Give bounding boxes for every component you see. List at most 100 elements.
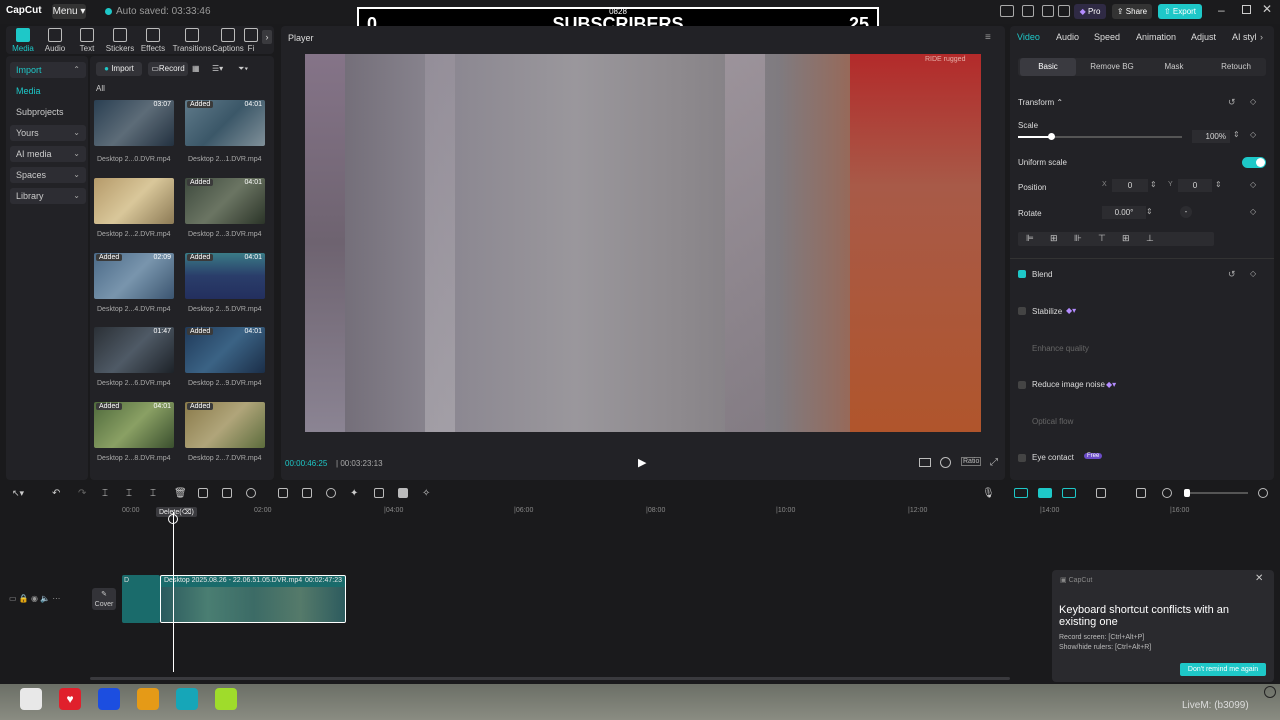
more-icon[interactable]: ⋯	[52, 594, 60, 603]
media-thumbnail[interactable]: Added 04:01	[185, 100, 265, 146]
media-thumbnail[interactable]: Added 04:01	[94, 402, 174, 448]
keyframe-icon[interactable]: ◇	[1250, 180, 1256, 189]
tab-audio[interactable]: Audio	[38, 28, 72, 53]
taskbar-app-icon[interactable]	[20, 688, 42, 710]
volume-icon[interactable]: 🔈	[40, 594, 50, 603]
play-icon[interactable]: ▶	[638, 456, 646, 469]
tab-captions[interactable]: Captions	[210, 28, 246, 53]
heart-icon[interactable]: ♥	[59, 688, 81, 710]
rotate-input[interactable]: 0.00°	[1102, 206, 1146, 219]
preview-axis-icon[interactable]	[1062, 488, 1076, 498]
taskbar-app-icon[interactable]	[176, 688, 198, 710]
dont-remind-button[interactable]: Don't remind me again	[1180, 663, 1266, 676]
select-cursor-icon[interactable]: ↖▾	[12, 488, 24, 498]
tab-ai-style[interactable]: AI styl	[1232, 32, 1258, 42]
keyframe-icon[interactable]: ◇	[1250, 269, 1256, 278]
magnet-icon[interactable]	[1038, 488, 1052, 498]
import-button[interactable]: ● Import	[96, 62, 142, 76]
taskbar-app-icon[interactable]	[137, 688, 159, 710]
sidebar-item-yours[interactable]: Yours ⌄	[10, 125, 86, 141]
caption-track-icon[interactable]	[1136, 488, 1146, 498]
lock-icon[interactable]: 🔒	[19, 594, 29, 603]
sidebar-item-subprojects[interactable]: Subprojects	[10, 104, 86, 120]
tab-stickers[interactable]: Stickers	[103, 28, 137, 53]
timeline-clip-prev[interactable]: D	[122, 575, 160, 623]
grid-view-icon[interactable]: ▦	[192, 64, 200, 73]
chevron-right-icon[interactable]: ›	[1260, 32, 1263, 42]
split-icon[interactable]: ⌶	[102, 488, 112, 499]
trim-right-icon[interactable]: ⌶	[150, 488, 160, 499]
record-button[interactable]: ▭Record	[148, 62, 188, 76]
media-thumbnail[interactable]: Added 02:09	[94, 253, 174, 299]
undo-icon[interactable]: ↶	[52, 488, 62, 499]
timeline-scrollbar[interactable]	[90, 677, 1010, 680]
filter-icon[interactable]: ⏷▾	[238, 64, 248, 74]
rotate-icon[interactable]	[246, 488, 256, 498]
person-icon[interactable]	[326, 488, 336, 498]
media-thumbnail[interactable]: Added 04:01	[185, 178, 265, 224]
align-bottom-icon[interactable]: ⊥	[1146, 233, 1154, 244]
sort-icon[interactable]: ☰▾	[212, 64, 223, 73]
pro-button[interactable]: ◆ Pro	[1074, 4, 1106, 19]
stepper-icon[interactable]: ⇕	[1146, 207, 1153, 216]
video-preview[interactable]: RIDE rugged	[305, 54, 981, 432]
close-icon[interactable]: ✕	[1255, 573, 1263, 584]
split-screen-icon[interactable]	[1096, 488, 1106, 498]
layout-icon[interactable]	[1042, 5, 1054, 17]
position-x-input[interactable]: 0	[1112, 179, 1148, 192]
magic-wand-icon[interactable]: ✦	[350, 488, 360, 499]
tab-filters[interactable]: Fi	[244, 28, 258, 53]
media-thumbnail[interactable]: 03:07	[94, 100, 174, 146]
filter-all[interactable]: All	[96, 84, 105, 93]
uniform-scale-toggle[interactable]	[1242, 157, 1266, 168]
cover-button[interactable]: ✎ Cover	[92, 588, 116, 610]
sidebar-item-import[interactable]: Import ⌃	[10, 62, 86, 78]
sidebar-item-spaces[interactable]: Spaces ⌄	[10, 167, 86, 183]
tab-text[interactable]: Text	[70, 28, 104, 53]
media-thumbnail[interactable]: Added	[185, 402, 265, 448]
close-icon[interactable]: ✕	[1262, 2, 1272, 16]
align-left-icon[interactable]: ⊫	[1026, 233, 1034, 244]
share-button[interactable]: ⇪ Share	[1112, 4, 1152, 19]
playhead[interactable]	[173, 512, 174, 672]
zoom-in-icon[interactable]	[1258, 488, 1268, 498]
eye-icon[interactable]: ◉	[31, 594, 38, 603]
chevron-right-icon[interactable]: ›	[262, 30, 272, 44]
media-thumbnail[interactable]: Added 04:01	[185, 253, 265, 299]
video-icon[interactable]	[398, 488, 408, 498]
layout-icon[interactable]	[1000, 5, 1014, 17]
focus-icon[interactable]	[940, 457, 951, 468]
stepper-icon[interactable]: ⇕	[1150, 180, 1157, 189]
trim-left-icon[interactable]: ⌶	[126, 488, 136, 499]
tab-audio-props[interactable]: Audio	[1056, 32, 1079, 42]
ratio-button[interactable]: Ratio	[961, 457, 982, 466]
zoom-slider[interactable]	[1184, 489, 1248, 497]
tab-transitions[interactable]: Transitions	[172, 28, 212, 53]
subtab-basic[interactable]: Basic	[1020, 58, 1076, 76]
sidebar-item-ai-media[interactable]: AI media ⌄	[10, 146, 86, 162]
stepper-icon[interactable]: ⇕	[1215, 180, 1222, 189]
blend-checkbox[interactable]	[1018, 270, 1026, 278]
timeline-clip-selected[interactable]: Desktop 2025.08.26 - 22.06.51.05.DVR.mp4…	[160, 575, 346, 623]
sidebar-item-library[interactable]: Library ⌄	[10, 188, 86, 204]
transform-section[interactable]: Transform ⌃	[1018, 98, 1063, 107]
sidebar-item-media[interactable]: Media	[10, 83, 86, 99]
stepper-icon[interactable]: ⇕	[1233, 130, 1240, 139]
scale-slider-handle[interactable]	[1048, 133, 1055, 140]
shield-icon[interactable]	[98, 688, 120, 710]
subtab-retouch[interactable]: Retouch	[1208, 58, 1264, 76]
minimize-icon[interactable]: –	[1218, 3, 1225, 17]
rotate-dial-icon[interactable]: -	[1180, 206, 1192, 218]
caption-icon[interactable]	[374, 488, 384, 498]
fullscreen-icon[interactable]: ⤢	[990, 457, 998, 468]
playhead-handle[interactable]	[168, 514, 178, 524]
export-button[interactable]: ⇧ Export	[1158, 4, 1202, 19]
media-thumbnail[interactable]: 01:47	[94, 327, 174, 373]
keyboard-icon[interactable]	[1058, 5, 1070, 17]
layout-icon[interactable]	[1022, 5, 1034, 17]
settings-icon[interactable]	[1264, 686, 1276, 698]
media-thumbnail[interactable]	[94, 178, 174, 224]
redo-icon[interactable]: ↷	[78, 488, 88, 499]
link-icon[interactable]	[1014, 488, 1028, 498]
zoom-out-icon[interactable]	[1162, 488, 1172, 498]
